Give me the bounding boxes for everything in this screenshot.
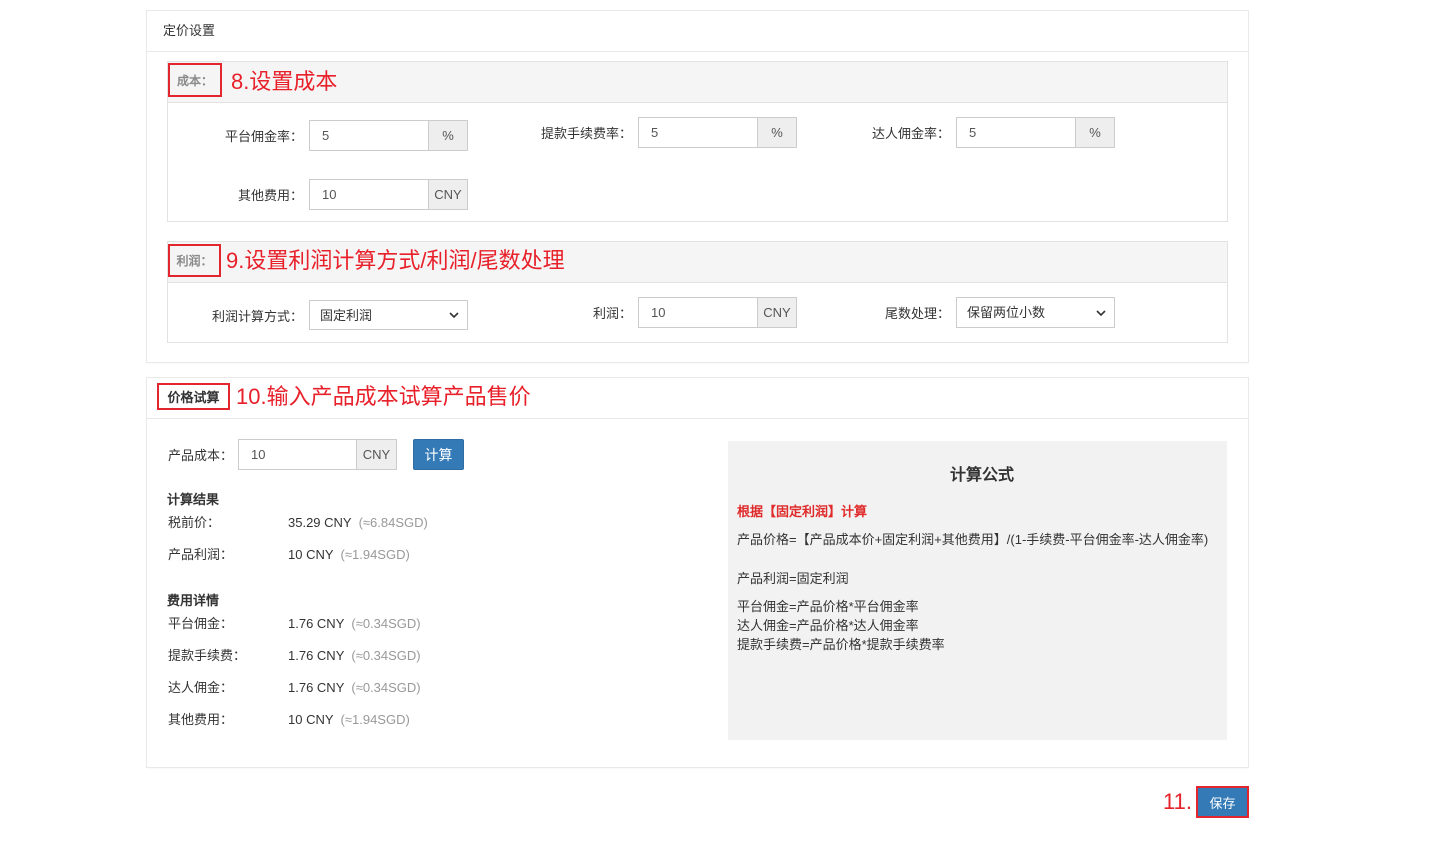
annotation-step-10: 10.输入产品成本试算产品售价 xyxy=(236,384,531,409)
result-row-pretax-price: 税前价： 35.29 CNY (≈6.84SGD) xyxy=(168,513,428,533)
save-button[interactable]: 保存 xyxy=(1198,788,1247,816)
result-label: 税前价： xyxy=(168,515,221,530)
fee-value: 10 CNY xyxy=(288,712,334,727)
fee-row-platform-commission: 平台佣金： 1.76 CNY (≈0.34SGD) xyxy=(168,614,421,634)
result-converted: (≈1.94SGD) xyxy=(340,547,410,562)
price-trial-title: 价格试算 xyxy=(157,383,230,410)
profit-calc-method-label: 利润计算方式： xyxy=(211,308,303,324)
pricing-settings-header: 定价设置 xyxy=(147,11,1248,52)
profit-calc-method-select[interactable]: 固定利润 xyxy=(309,300,468,330)
annotation-step-8: 8.设置成本 xyxy=(231,69,338,94)
withdrawal-fee-rate-unit: % xyxy=(758,117,797,148)
fee-label: 平台佣金： xyxy=(168,616,234,631)
rounding-label: 尾数处理： xyxy=(884,306,950,321)
product-cost-unit: CNY xyxy=(357,439,397,470)
result-value: 10 CNY xyxy=(288,547,334,562)
withdrawal-fee-rate-label: 提款手续费率： xyxy=(540,126,632,141)
platform-commission-rate-unit: % xyxy=(429,120,468,151)
pricing-settings-panel: 定价设置 成本： 8.设置成本 平台佣金率： % 提款手续费率： % 达人佣金率… xyxy=(147,11,1248,362)
platform-commission-rate-label: 平台佣金率： xyxy=(224,129,303,144)
fee-label: 其他费用： xyxy=(168,712,234,727)
result-row-product-profit: 产品利润： 10 CNY (≈1.94SGD) xyxy=(168,545,410,565)
price-trial-header: 价格试算 10.输入产品成本试算产品售价 xyxy=(147,378,1248,419)
formula-line: 平台佣金=产品价格*平台佣金率 xyxy=(737,599,919,614)
result-label: 产品利润： xyxy=(168,547,234,562)
fee-converted: (≈0.34SGD) xyxy=(351,648,421,663)
pricing-settings-title: 定价设置 xyxy=(163,23,216,38)
calculate-button[interactable]: 计算 xyxy=(413,439,464,470)
fee-converted: (≈1.94SGD) xyxy=(340,712,410,727)
fee-value: 1.76 CNY xyxy=(288,616,345,631)
save-button-highlight: 保存 xyxy=(1196,786,1249,818)
withdrawal-fee-rate-input[interactable] xyxy=(638,117,758,148)
profit-unit: CNY xyxy=(758,297,797,328)
fee-label: 提款手续费： xyxy=(168,648,247,663)
other-fees-label: 其他费用： xyxy=(237,188,303,203)
cost-section: 成本： 8.设置成本 平台佣金率： % 提款手续费率： % 达人佣金率： % 其… xyxy=(168,62,1227,221)
results-heading: 计算结果 xyxy=(167,492,220,507)
annotation-step-9: 9.设置利润计算方式/利润/尾数处理 xyxy=(226,248,565,273)
product-cost-label: 产品成本： xyxy=(168,448,234,463)
other-fees-field: 其他费用： CNY xyxy=(177,179,468,210)
formula-line: 达人佣金=产品价格*达人佣金率 xyxy=(737,618,919,633)
rounding-field: 尾数处理： 保留两位小数 xyxy=(824,297,1115,328)
result-value: 35.29 CNY xyxy=(288,515,352,530)
profit-section: 利润： 9.设置利润计算方式/利润/尾数处理 利润计算方式： 固定利润 利润： … xyxy=(168,242,1227,342)
fee-converted: (≈0.34SGD) xyxy=(351,680,421,695)
platform-commission-rate-field: 平台佣金率： % xyxy=(177,120,468,151)
result-converted: (≈6.84SGD) xyxy=(358,515,428,530)
platform-commission-rate-input[interactable] xyxy=(309,120,429,151)
product-cost-input[interactable] xyxy=(238,439,357,470)
annotation-step-11: 11. xyxy=(1163,789,1192,814)
influencer-commission-rate-field: 达人佣金率： % xyxy=(824,117,1115,148)
other-fees-unit: CNY xyxy=(429,179,468,210)
withdrawal-fee-rate-field: 提款手续费率： % xyxy=(506,117,797,148)
cost-section-label: 成本： xyxy=(168,63,222,97)
influencer-commission-rate-input[interactable] xyxy=(956,117,1076,148)
product-cost-field: 产品成本： CNY 计算 xyxy=(168,439,464,470)
other-fees-input[interactable] xyxy=(309,179,429,210)
rounding-select[interactable]: 保留两位小数 xyxy=(956,297,1115,328)
fee-row-other-fees: 其他费用： 10 CNY (≈1.94SGD) xyxy=(168,710,410,730)
rounding-dropdown[interactable]: 保留两位小数 xyxy=(956,297,1115,328)
fee-row-withdrawal-fee: 提款手续费： 1.76 CNY (≈0.34SGD) xyxy=(168,646,421,666)
fees-heading: 费用详情 xyxy=(167,593,220,608)
formula-profit: 产品利润=固定利润 xyxy=(737,571,849,586)
fee-converted: (≈0.34SGD) xyxy=(351,616,421,631)
profit-calc-method-field: 利润计算方式： 固定利润 xyxy=(177,300,468,330)
profit-calc-method-dropdown[interactable]: 固定利润 xyxy=(309,300,468,330)
formula-box: 计算公式 根据【固定利润】计算 产品价格=【产品成本价+固定利润+其他费用】/(… xyxy=(728,441,1227,740)
profit-input[interactable] xyxy=(638,297,758,328)
fee-label: 达人佣金： xyxy=(168,680,234,695)
formula-price: 产品价格=【产品成本价+固定利润+其他费用】/(1-手续费-平台佣金率-达人佣金… xyxy=(737,532,1209,547)
fee-value: 1.76 CNY xyxy=(288,648,345,663)
influencer-commission-rate-unit: % xyxy=(1076,117,1115,148)
price-trial-panel: 价格试算 10.输入产品成本试算产品售价 产品成本： CNY 计算 计算结果 税… xyxy=(147,378,1248,767)
profit-section-label: 利润： xyxy=(168,244,221,277)
fee-row-influencer-commission: 达人佣金： 1.76 CNY (≈0.34SGD) xyxy=(168,678,421,698)
formula-line: 提款手续费=产品价格*提款手续费率 xyxy=(737,637,945,652)
formula-basis: 根据【固定利润】计算 xyxy=(737,504,868,519)
profit-label: 利润： xyxy=(592,306,632,321)
fee-value: 1.76 CNY xyxy=(288,680,345,695)
formula-title: 计算公式 xyxy=(949,467,1014,484)
influencer-commission-rate-label: 达人佣金率： xyxy=(871,126,950,141)
profit-field: 利润： CNY xyxy=(506,297,797,328)
